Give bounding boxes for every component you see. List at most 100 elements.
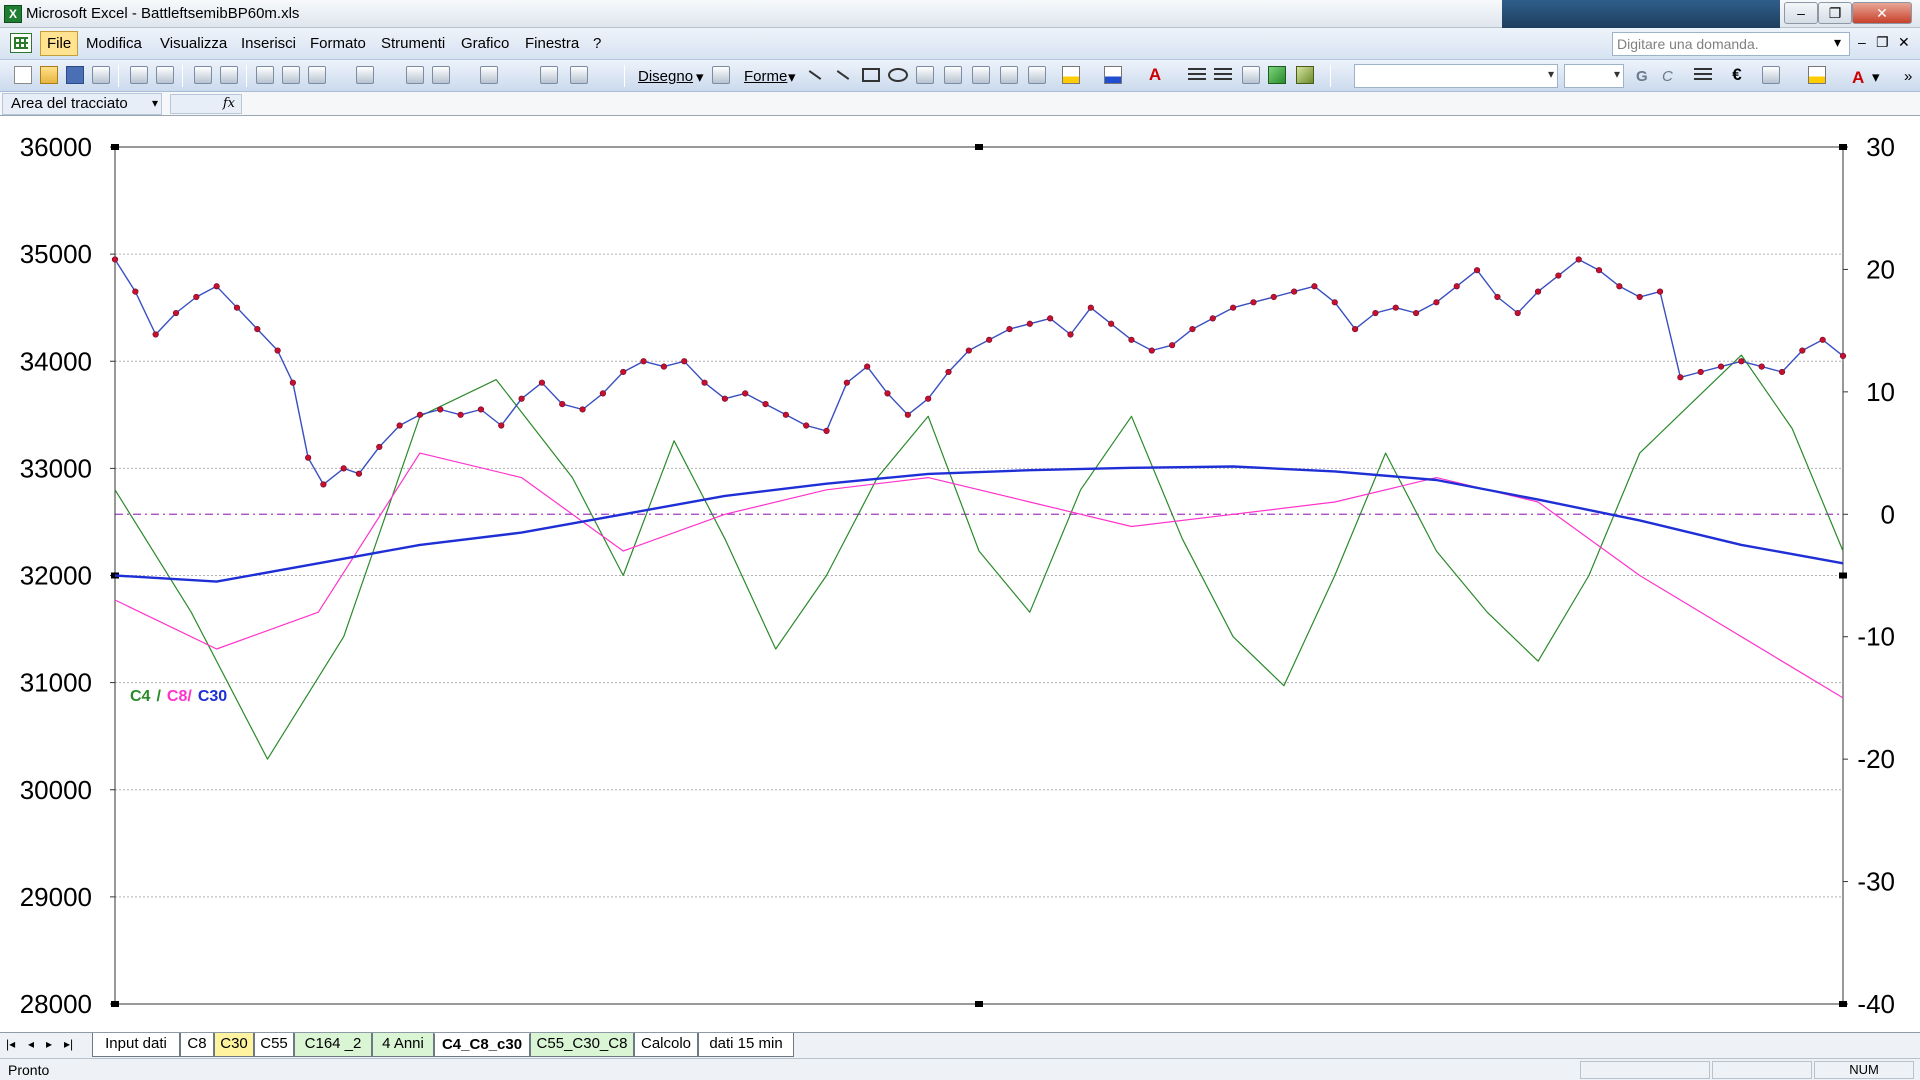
3d-icon[interactable] (1296, 66, 1314, 84)
series-price-point-19 (477, 406, 485, 413)
arrow-icon[interactable] (834, 66, 852, 84)
close-button[interactable]: ✕ (1852, 2, 1912, 24)
align-icon[interactable] (1694, 68, 1712, 82)
spelling-icon[interactable] (194, 66, 212, 84)
series-price-point-59 (1291, 288, 1298, 295)
drawing-menu-button[interactable]: Disegno (638, 68, 693, 85)
workbook-icon[interactable] (10, 33, 32, 53)
borders-icon[interactable] (1762, 66, 1780, 84)
italic-button[interactable]: C (1662, 68, 1673, 85)
first-sheet-icon[interactable]: |◂ (6, 1037, 15, 1051)
diagram-icon[interactable] (972, 66, 990, 84)
print-preview-icon[interactable] (156, 66, 174, 84)
currency-button[interactable]: € (1728, 66, 1746, 84)
paste-icon[interactable] (308, 66, 326, 84)
sheet-tab-3[interactable]: C55 (254, 1033, 294, 1057)
new-file-icon[interactable] (14, 66, 32, 84)
menu-file[interactable]: File (40, 31, 79, 56)
series-price-point-76 (1636, 293, 1643, 301)
series-price-point-25 (599, 390, 607, 397)
copy-icon[interactable] (282, 66, 300, 84)
shapes-dropdown-icon[interactable]: ▾ (788, 68, 796, 86)
select-objects-icon[interactable] (712, 66, 730, 84)
name-box-dropdown-icon[interactable]: ▾ (152, 96, 158, 110)
next-sheet-icon[interactable]: ▸ (46, 1037, 52, 1051)
undo-icon[interactable] (356, 66, 374, 84)
series-price-point-75 (1616, 283, 1623, 290)
print-icon[interactable] (130, 66, 148, 84)
clipart-icon[interactable] (1000, 66, 1018, 84)
doc-close-icon[interactable]: ✕ (1898, 34, 1910, 51)
restore-button[interactable]: ❐ (1818, 2, 1852, 24)
chart-area[interactable]: 36000 35000 34000 33000 32000 31000 30000 29000… (0, 116, 1920, 1032)
save-icon[interactable] (66, 66, 84, 84)
series-price-point-83 (1778, 368, 1786, 376)
name-box[interactable]: Area del tracciato (2, 93, 162, 115)
help-search-input[interactable]: Digitare una domanda. (1612, 32, 1850, 56)
menu-modifica[interactable]: Modifica (86, 35, 142, 52)
doc-minimize-icon[interactable]: – (1858, 34, 1866, 50)
font-size-combo[interactable] (1564, 64, 1624, 88)
sheet-tab-7[interactable]: C55_C30_C8 (530, 1033, 634, 1057)
series-price-point-55 (1209, 315, 1216, 322)
menu-inserisci[interactable]: Inserisci (241, 35, 296, 52)
research-icon[interactable] (220, 66, 238, 84)
series-price-point-24 (579, 406, 586, 413)
formula-fx-button[interactable]: fx (170, 94, 242, 114)
prev-sheet-icon[interactable]: ◂ (28, 1037, 34, 1051)
sheet-tab-2[interactable]: C30 (214, 1033, 254, 1057)
hyperlink-icon[interactable] (406, 66, 424, 84)
permission-icon[interactable] (92, 66, 110, 84)
shapes-menu-button[interactable]: Forme (744, 68, 787, 85)
sort-icon[interactable] (480, 66, 498, 84)
textbox-icon[interactable] (916, 66, 934, 84)
help-dropdown-icon[interactable]: ▾ (1834, 34, 1841, 51)
sheet-tab-5[interactable]: 4 Anni (372, 1033, 434, 1057)
menu-strumenti[interactable]: Strumenti (381, 35, 445, 52)
menu-finestra[interactable]: Finestra (525, 35, 579, 52)
font-color-icon[interactable]: A (1146, 66, 1164, 84)
sheet-tab-6[interactable]: C4_C8_c30 (434, 1033, 530, 1057)
fill-color-icon[interactable] (1062, 66, 1080, 84)
open-folder-icon[interactable] (40, 66, 58, 84)
menu-grafico[interactable]: Grafico (461, 35, 509, 52)
sheet-tab-1[interactable]: C8 (180, 1033, 214, 1057)
toolbar-options-icon[interactable]: » (1904, 68, 1912, 85)
menu-help[interactable]: ? (593, 35, 601, 52)
help-icon[interactable] (570, 66, 588, 84)
line-icon[interactable] (806, 66, 824, 84)
dash-style-icon[interactable] (1214, 68, 1232, 82)
series-price-point-78 (1677, 374, 1684, 381)
series-price-point-21 (518, 395, 525, 402)
autosum-icon[interactable] (432, 66, 450, 84)
menu-formato[interactable]: Formato (310, 35, 366, 52)
arrow-style-icon[interactable] (1242, 66, 1260, 84)
sheet-tab-0[interactable]: Input dati (92, 1033, 180, 1057)
sheet-tab-8[interactable]: Calcolo (634, 1033, 698, 1057)
last-sheet-icon[interactable]: ▸| (64, 1037, 73, 1051)
shadow-icon[interactable] (1268, 66, 1286, 84)
doc-restore-icon[interactable]: ❐ (1876, 34, 1889, 51)
line-style-icon[interactable] (1188, 68, 1206, 82)
fill-color-icon-2[interactable] (1808, 66, 1826, 84)
chart-wizard-icon[interactable] (540, 66, 558, 84)
line-color-icon[interactable] (1104, 66, 1122, 84)
menu-bar: File Modifica Visualizza Inserisci Forma… (0, 28, 1920, 60)
font-color-button[interactable]: A (1852, 68, 1864, 88)
selection-handle-7 (1839, 1001, 1847, 1007)
cut-icon[interactable] (256, 66, 274, 84)
wordart-icon[interactable] (944, 66, 962, 84)
menu-visualizza[interactable]: Visualizza (160, 35, 227, 52)
excel-app-icon[interactable]: X (4, 5, 22, 23)
ellipse-icon[interactable] (888, 68, 908, 82)
minimize-button[interactable]: – (1784, 2, 1818, 24)
font-color-dropdown-icon[interactable]: ▾ (1872, 68, 1880, 86)
sheet-tab-9[interactable]: dati 15 min (698, 1033, 794, 1057)
font-name-combo[interactable] (1354, 64, 1558, 88)
sheet-tab-4[interactable]: C164 _2 (294, 1033, 372, 1057)
picture-icon[interactable] (1028, 66, 1046, 84)
rectangle-icon[interactable] (862, 68, 880, 82)
drawing-dropdown-icon[interactable]: ▾ (696, 68, 704, 86)
series-price-point-33 (762, 401, 769, 408)
bold-button[interactable]: G (1636, 68, 1648, 85)
